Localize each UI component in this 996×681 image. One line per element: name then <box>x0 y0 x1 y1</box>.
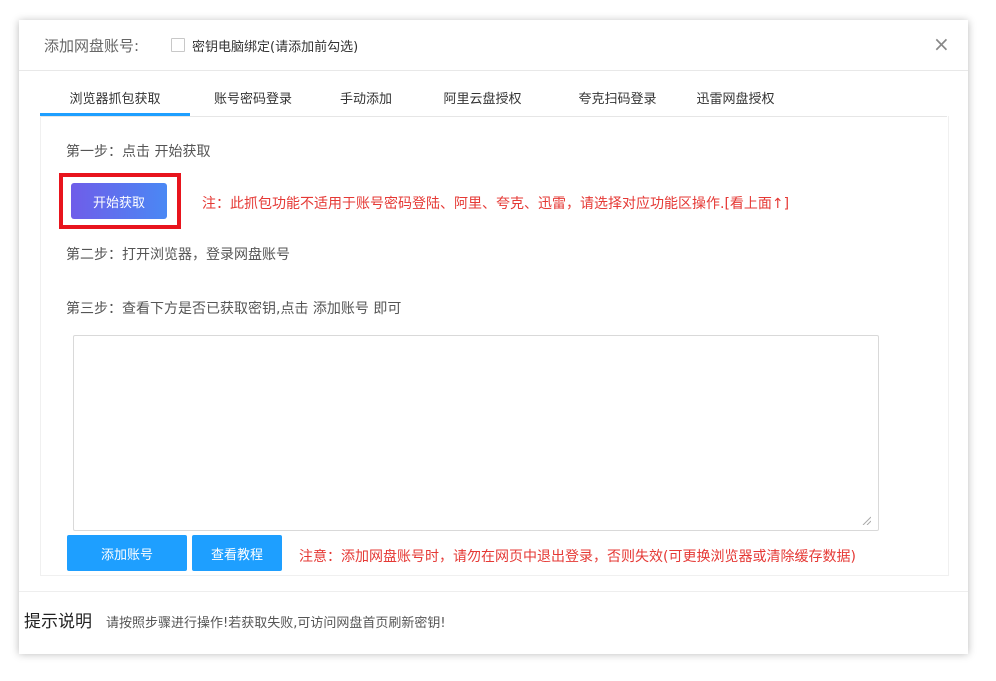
tips-title: 提示说明 <box>24 612 92 632</box>
tab-aliyun-auth[interactable]: 阿里云盘授权 <box>430 86 535 116</box>
view-tutorial-button[interactable]: 查看教程 <box>192 535 282 571</box>
method-tabs: 浏览器抓包获取 账号密码登录 手动添加 阿里云盘授权 夸克扫码登录 迅雷网盘授权 <box>40 86 947 117</box>
dialog-header: 添加网盘账号: 密钥电脑绑定(请添加前勾选) × <box>19 20 968 71</box>
tab-manual-add[interactable]: 手动添加 <box>326 86 406 116</box>
add-netdisk-dialog: 添加网盘账号: 密钥电脑绑定(请添加前勾选) × 浏览器抓包获取 账号密码登录 … <box>19 20 968 654</box>
tab-xunlei-auth[interactable]: 迅雷网盘授权 <box>683 86 788 116</box>
logout-warning-note: 注意：添加网盘账号时，请勿在网页中退出登录，否则失效(可更换浏览器或清除缓存数据… <box>299 549 856 565</box>
tips-footer: 提示说明 请按照步骤进行操作!若获取失败,可访问网盘首页刷新密钥! <box>19 591 968 654</box>
step-one-text: 第一步：点击 开始获取 <box>66 144 211 160</box>
tips-text: 请按照步骤进行操作!若获取失败,可访问网盘首页刷新密钥! <box>106 616 446 631</box>
add-account-button[interactable]: 添加账号 <box>67 535 187 571</box>
close-icon[interactable]: × <box>933 34 950 54</box>
step-three-text: 第三步：查看下方是否已获取密钥,点击 添加账号 即可 <box>66 301 402 317</box>
key-textarea[interactable] <box>73 335 879 531</box>
tab-password-login[interactable]: 账号密码登录 <box>203 86 303 116</box>
dialog-title: 添加网盘账号: <box>44 37 140 55</box>
resize-handle-icon[interactable] <box>862 516 871 525</box>
start-capture-button[interactable]: 开始获取 <box>71 183 167 219</box>
key-bind-checkbox-label[interactable]: 密钥电脑绑定(请添加前勾选) <box>192 36 358 55</box>
tab-browser-capture[interactable]: 浏览器抓包获取 <box>40 86 190 116</box>
capture-warning-note: 注：此抓包功能不适用于账号密码登陆、阿里、夸克、迅雷，请选择对应功能区操作.[看… <box>202 196 790 212</box>
step-two-text: 第二步：打开浏览器，登录网盘账号 <box>66 247 290 263</box>
tab-quark-qr-login[interactable]: 夸克扫码登录 <box>565 86 670 116</box>
key-bind-checkbox[interactable] <box>171 38 185 52</box>
